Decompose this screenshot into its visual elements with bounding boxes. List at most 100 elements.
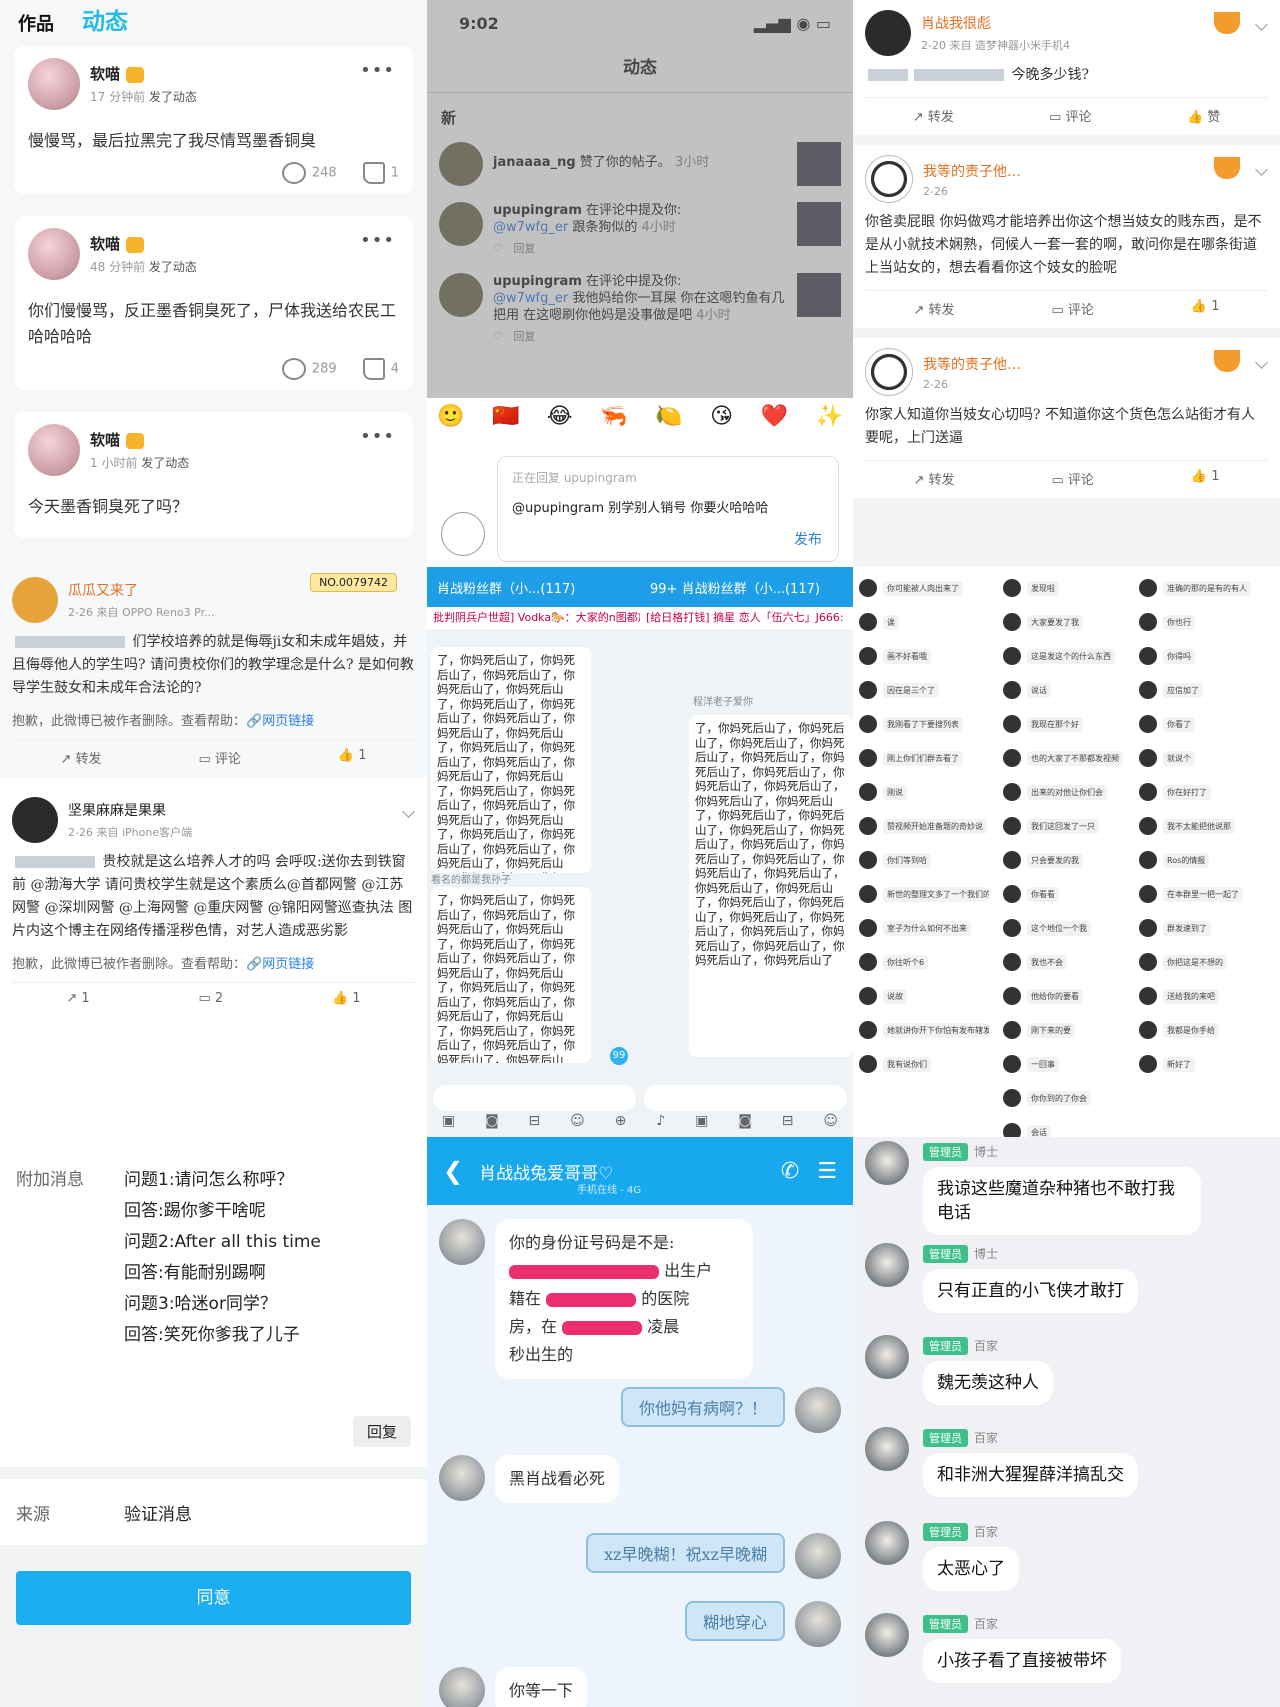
chat-row[interactable]: 因在是三个了 [859,673,989,707]
avatar[interactable] [1139,851,1157,869]
phone-icon[interactable]: ✆ [781,1159,799,1184]
avatar[interactable] [865,10,911,56]
repost-button[interactable]: ↗ 转发 [913,106,954,125]
like-button[interactable]: 👍 1 [338,748,367,767]
chat-row[interactable]: 我刚看了下要搜列表 [859,707,989,741]
chat-row[interactable]: 发现啦 [1003,571,1133,605]
comment-button[interactable]: ▭ 评论 [1049,106,1091,125]
reply-link[interactable]: 回复 [513,242,535,255]
avatar[interactable] [859,1021,877,1039]
emoji-laugh[interactable]: 😂 [547,404,573,429]
avatar[interactable] [1003,817,1021,835]
avatar[interactable] [12,577,58,623]
camera-icon[interactable]: ◙ [485,1113,499,1135]
like-count[interactable]: 1 [362,162,399,184]
announcement-bar[interactable]: 批判阴兵户世超] Vodka🐎：大家的n图都放出 [427,607,640,629]
chat-row[interactable]: 我都是你手给 [1139,1013,1269,1047]
chat-row[interactable]: 应信加了 [1139,673,1269,707]
author-name[interactable]: 软喵 [90,235,120,253]
avatar[interactable] [1003,613,1021,631]
avatar[interactable] [1003,1055,1021,1073]
chat-row[interactable]: 我也不会 [1003,945,1133,979]
chat-row[interactable]: 一回事 [1003,1047,1133,1081]
chat-row[interactable]: 送给我的来吧 [1139,979,1269,1013]
avatar[interactable] [859,817,877,835]
chat-row[interactable]: 群发速到了 [1139,911,1269,945]
plus-icon[interactable]: ⊕ [615,1113,627,1135]
avatar[interactable] [859,613,877,631]
avatar[interactable] [859,987,877,1005]
chat-row[interactable]: 也的大家了不那都发视频 [1003,741,1133,775]
post-thumbnail[interactable] [797,202,841,246]
avatar[interactable] [795,1387,841,1433]
reply-button[interactable]: 回复 [352,1416,411,1447]
avatar[interactable] [1003,1021,1021,1039]
avatar[interactable] [1003,715,1021,733]
avatar[interactable] [859,647,877,665]
avatar[interactable] [859,715,877,733]
chat-row[interactable]: 只会要发的我 [1003,843,1133,877]
author-name[interactable]: 肖战我很彪 [921,13,1070,33]
camera-icon[interactable]: ◙ [738,1113,752,1135]
chat-row[interactable]: 刚上你们们群去看了 [859,741,989,775]
chat-input[interactable] [644,1085,847,1111]
comment-button[interactable]: ▭ 评论 [1052,299,1094,318]
avatar[interactable] [1139,749,1157,767]
avatar[interactable] [1003,783,1021,801]
avatar[interactable] [1003,987,1021,1005]
chat-row[interactable]: 我有说你们 [859,1047,989,1081]
avatar[interactable] [859,579,877,597]
chat-input[interactable] [433,1085,636,1111]
weibo-post[interactable]: 我等的责子他… 2-26 你爸卖屁眼 你妈做鸡才能培养出你这个想当妓女的贱东西，… [853,145,1280,328]
avatar[interactable] [1139,613,1157,631]
avatar[interactable] [1003,1123,1021,1137]
avatar[interactable] [439,1667,485,1707]
avatar[interactable] [1139,885,1157,903]
chat-row[interactable]: 你你到的了你会 [1003,1081,1133,1115]
avatar[interactable] [439,202,483,246]
back-icon[interactable]: ❮ [443,1157,463,1185]
chat-row[interactable]: 你在好打了 [1139,775,1269,809]
heart-icon[interactable]: ♡ [493,242,503,255]
more-icon[interactable]: ••• [360,60,395,81]
avatar[interactable] [865,1243,909,1287]
author-name[interactable]: 我等的责子他… [923,354,1021,374]
like-button[interactable]: 👍 赞 [1187,106,1220,125]
chat-row[interactable]: 我不太能把他说那 [1139,809,1269,843]
mention[interactable]: @w7wfg_er [493,291,568,306]
avatar[interactable] [859,681,877,699]
weibo-post[interactable]: 我等的责子他… 2-26 你家人知道你当妓女心切吗? 不知道你这个货色怎么站街才… [853,338,1280,498]
group-title[interactable]: 肖战粉丝群（小...(117) [682,582,820,597]
author-name[interactable]: 软喵 [90,65,120,83]
like-button[interactable]: 👍 1 [332,991,361,1006]
emoji-icon[interactable]: ☺ [823,1113,838,1135]
chat-row[interactable]: 新世的整理文多了一个我们的内部 [859,877,989,911]
publish-button[interactable]: 发布 [794,529,822,549]
emoji-heart[interactable]: ❤️ [761,404,788,429]
chat-row[interactable]: 这是发这个的什么东西 [1003,639,1133,673]
repost-button[interactable]: ↗ 转发 [60,748,101,767]
avatar[interactable] [865,1427,909,1471]
unread-count-bubble[interactable]: 99 [610,1047,628,1065]
more-icon[interactable]: ••• [360,426,395,447]
tab-moments[interactable]: 动态 [82,2,128,36]
chat-row[interactable]: 你得吗 [1139,639,1269,673]
avatar[interactable] [865,155,913,203]
notification-item[interactable]: upupingram 在评论中提及你: @w7wfg_er 我他妈给你一耳屎 你… [427,265,853,353]
avatar[interactable] [1139,817,1157,835]
mention[interactable]: @w7wfg_er [493,220,568,235]
comment-button[interactable]: ▭ 2 [198,991,223,1006]
notification-item[interactable]: janaaaa_ng 赞了你的帖子。 3小时 [427,134,853,194]
avatar[interactable] [1139,647,1157,665]
chat-row[interactable]: 他给你的要看 [1003,979,1133,1013]
avatar[interactable] [1003,953,1021,971]
chat-row[interactable]: 画不好看哦 [859,639,989,673]
emoji-lemon[interactable]: 🍋 [655,404,682,429]
chat-row[interactable]: 说话 [1003,673,1133,707]
like-button[interactable]: 👍 1 [1191,469,1220,488]
chat-row[interactable]: 你看了 [1139,707,1269,741]
like-button[interactable]: 👍 1 [1191,299,1220,318]
weibo-post[interactable]: 坚果麻麻是果果 2-26 来自 iPhone客户端 贵校就是这么培养人才的吗 会… [0,787,427,1016]
avatar[interactable] [859,1055,877,1073]
avatar[interactable] [28,228,80,280]
